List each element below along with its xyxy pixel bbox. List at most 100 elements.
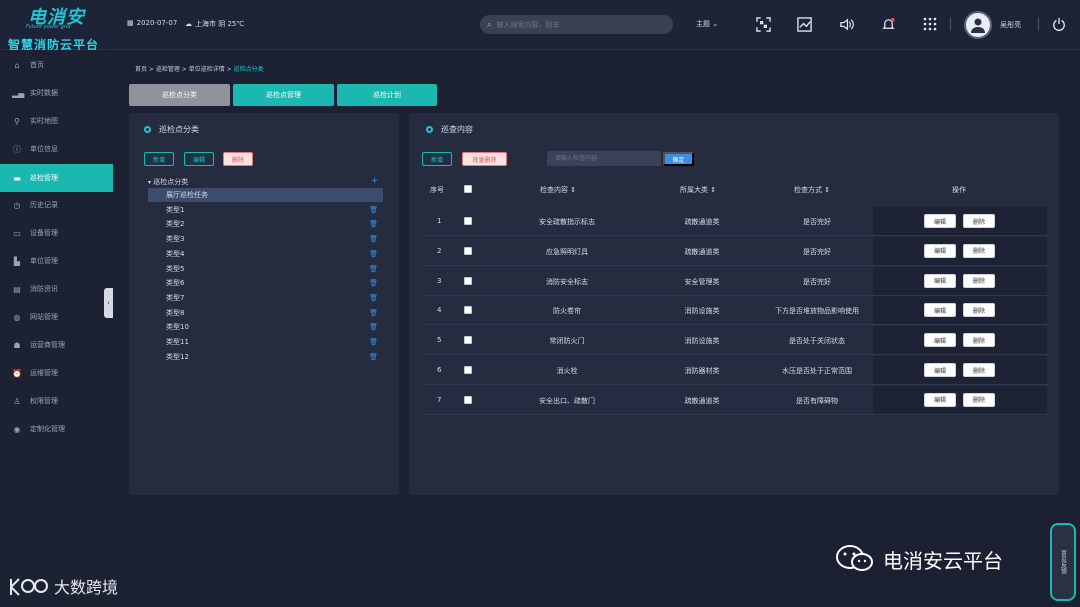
col-header-content[interactable]: 检查内容 ⇕	[540, 185, 576, 195]
global-search-input[interactable]	[496, 20, 657, 29]
breadcrumb-item[interactable]: 单位巡检详情	[189, 66, 225, 73]
theme-dropdown[interactable]: 主题 ⌄	[696, 19, 718, 29]
scan-icon[interactable]	[754, 15, 772, 33]
add-content-button[interactable]: 新增	[422, 152, 452, 166]
col-header-category[interactable]: 所属大类 ⇕	[680, 185, 716, 195]
trash-icon[interactable]: 🗑	[369, 265, 378, 273]
apps-grid-icon[interactable]	[921, 15, 939, 33]
trash-icon[interactable]: 🗑	[369, 206, 378, 214]
row-delete-button[interactable]: 删除	[963, 243, 995, 258]
sidebar-item-customization[interactable]: ◉ 定制化管理	[0, 416, 113, 442]
row-delete-button[interactable]: 删除	[963, 392, 995, 407]
row-delete-button[interactable]: 删除	[963, 303, 995, 318]
trash-icon[interactable]: 🗑	[369, 220, 378, 228]
global-search[interactable]: ⌕	[480, 15, 673, 34]
tree-item[interactable]: 类型11 🗑	[148, 335, 383, 349]
trash-icon[interactable]: 🗑	[369, 338, 378, 346]
plus-icon[interactable]: +	[371, 176, 379, 186]
trash-icon[interactable]: 🗑	[369, 294, 378, 302]
sidebar-item-label: 运维管理	[30, 369, 58, 377]
sidebar-item-operators[interactable]: ☗ 运营商管理	[0, 332, 113, 358]
row-checkbox[interactable]	[464, 395, 472, 404]
trash-icon[interactable]: 🗑	[369, 235, 378, 243]
tree-item[interactable]: 类型8 🗑	[148, 306, 383, 320]
row-checkbox[interactable]	[464, 246, 472, 255]
sidebar-item-maintenance[interactable]: ⏰ 运维管理	[0, 360, 113, 386]
tree-item[interactable]: 类型12 🗑	[148, 350, 383, 364]
delete-category-button[interactable]: 删除	[223, 152, 253, 166]
row-checkbox[interactable]	[464, 336, 472, 345]
select-all-checkbox[interactable]	[464, 185, 472, 193]
tab-point-management[interactable]: 巡检点管理	[233, 84, 334, 106]
confirm-button[interactable]: 确定	[663, 152, 694, 166]
row-edit-button[interactable]: 编辑	[924, 214, 956, 228]
row-edit-button[interactable]: 编辑	[924, 303, 956, 318]
sidebar-item-news[interactable]: ▤ 消防资讯	[0, 276, 113, 302]
trash-icon[interactable]: 🗑	[369, 309, 378, 317]
trash-icon[interactable]: 🗑	[369, 353, 378, 361]
sidebar-item-unit-info[interactable]: ⓘ 单位信息	[0, 136, 113, 162]
row-edit-button[interactable]: 编辑	[924, 363, 956, 377]
sidebar-item-website[interactable]: ◍ 网站管理	[0, 304, 113, 330]
cell-category: 消防器材类	[684, 367, 720, 375]
building-icon: ▙	[13, 256, 21, 266]
tree-item-label: 类型7	[166, 293, 185, 302]
tree-item[interactable]: 类型2 🗑	[148, 217, 383, 231]
bell-icon[interactable]	[879, 15, 897, 33]
content-search-input[interactable]	[555, 155, 655, 162]
username[interactable]: 吴彤亮	[1000, 20, 1021, 30]
row-edit-button[interactable]: 编辑	[924, 243, 956, 258]
sidebar-item-inspection[interactable]: ▬ 巡检管理	[0, 164, 113, 192]
avatar[interactable]	[964, 11, 992, 39]
batch-delete-button[interactable]: 批量删除	[462, 152, 507, 166]
info-icon: ⓘ	[13, 144, 21, 154]
sidebar-item-home[interactable]: ⌂ 首页	[0, 52, 113, 78]
trash-icon[interactable]: 🗑	[369, 323, 378, 331]
trash-icon[interactable]: 🗑	[369, 250, 378, 258]
row-checkbox[interactable]	[464, 276, 472, 285]
sidebar-item-units[interactable]: ▙ 单位管理	[0, 248, 113, 274]
row-checkbox[interactable]	[464, 217, 472, 225]
row-checkbox[interactable]	[464, 306, 472, 315]
breadcrumb-item[interactable]: 首页	[135, 66, 147, 73]
trend-chart-icon[interactable]	[795, 15, 813, 33]
logo[interactable]: 电消安 Future power grid 智慧消防云平台	[0, 0, 113, 52]
col-header-method[interactable]: 检查方式 ⇕	[794, 185, 830, 195]
trash-icon[interactable]: 🗑	[369, 279, 378, 287]
feedback-tab[interactable]: 意见反馈	[1050, 523, 1076, 601]
sidebar-item-realtime-map[interactable]: ⚲ 实时地图	[0, 108, 113, 134]
row-edit-button[interactable]: 编辑	[924, 392, 956, 407]
sidebar-collapse-toggle[interactable]: ‹	[104, 288, 113, 318]
add-category-button[interactable]: 新增	[144, 152, 174, 166]
cell-content: 消防安全标志	[546, 277, 588, 286]
row-delete-button[interactable]: 删除	[963, 273, 995, 288]
tab-point-category[interactable]: 巡检点分类	[129, 84, 230, 106]
tree-item[interactable]: 类型4 🗑	[148, 247, 383, 261]
tree-item[interactable]: 展厅巡检任务	[148, 188, 383, 202]
sidebar-item-realtime-data[interactable]: ▂▄ 实时数据	[0, 80, 113, 106]
row-checkbox[interactable]	[464, 366, 472, 374]
tree-item[interactable]: 类型6 🗑	[148, 276, 383, 290]
tab-inspection-plan[interactable]: 巡检计划	[337, 84, 437, 106]
tree-item[interactable]: 类型3 🗑	[148, 232, 383, 246]
sidebar-item-devices[interactable]: ▭ 设备管理	[0, 220, 113, 246]
row-delete-button[interactable]: 删除	[963, 333, 995, 348]
sidebar-item-permissions[interactable]: ♙ 权限管理	[0, 388, 113, 414]
row-edit-button[interactable]: 编辑	[924, 273, 956, 288]
sidebar-item-label: 定制化管理	[30, 425, 65, 433]
tree-item[interactable]: 类型10 🗑	[148, 320, 383, 334]
tree-item[interactable]: 类型5 🗑	[148, 262, 383, 276]
tree-root[interactable]: ▾ 巡检点分类	[148, 177, 188, 187]
cell-actions: 编辑 删除	[873, 296, 1047, 325]
tree-item[interactable]: 类型7 🗑	[148, 291, 383, 305]
volume-icon[interactable]	[837, 15, 855, 33]
content-search[interactable]	[547, 151, 661, 166]
edit-category-button[interactable]: 编辑	[184, 152, 214, 166]
row-edit-button[interactable]: 编辑	[924, 333, 956, 348]
row-delete-button[interactable]: 删除	[963, 214, 995, 228]
breadcrumb-item[interactable]: 巡检管理	[156, 66, 180, 73]
row-delete-button[interactable]: 删除	[963, 363, 995, 377]
tree-item[interactable]: 类型1 🗑	[148, 203, 383, 217]
sidebar-item-history[interactable]: ◷ 历史记录	[0, 192, 113, 218]
power-icon[interactable]	[1050, 15, 1068, 33]
